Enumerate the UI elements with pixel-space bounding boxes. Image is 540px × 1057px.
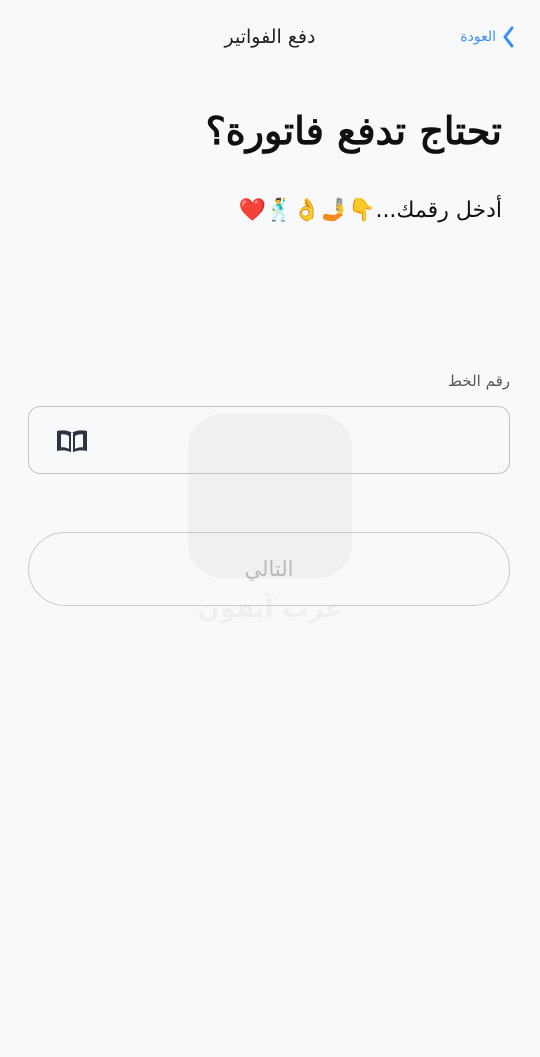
line-number-label: رقم الخط [448, 372, 510, 390]
line-number-input[interactable] [109, 417, 493, 463]
next-button-label: التالي [244, 557, 294, 581]
next-button[interactable]: التالي [28, 532, 510, 606]
subline: أدخل رقمك...👇🤳👌🕺❤️ [238, 198, 502, 223]
headline: تحتاج تدفع فاتورة؟ [205, 108, 502, 153]
top-bar: العودة دفع الفواتير [0, 0, 540, 80]
book-icon [55, 428, 89, 458]
line-number-field[interactable] [28, 406, 510, 474]
page-title: دفع الفواتير [224, 26, 316, 48]
